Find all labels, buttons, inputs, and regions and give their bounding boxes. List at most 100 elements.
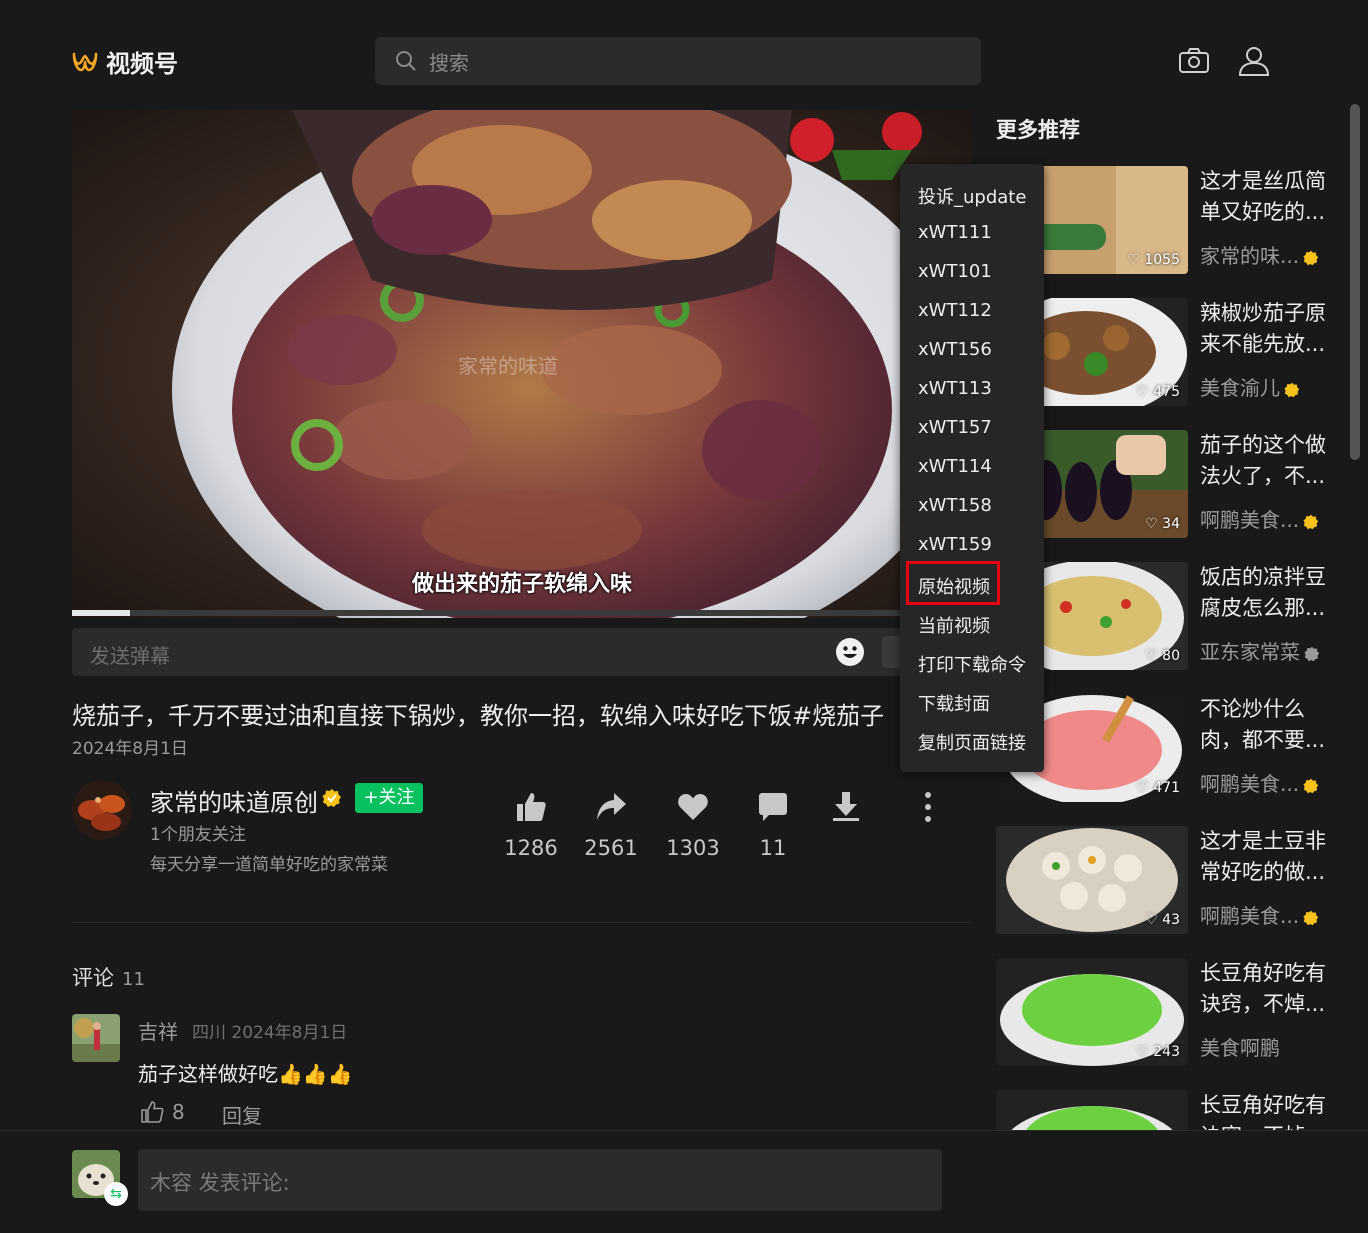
switch-account-icon[interactable]: ⇆ xyxy=(104,1182,128,1206)
rec-likes: ♡ 243 xyxy=(1136,1044,1180,1060)
rec-title[interactable]: 不论炒什么肉，都不要... xyxy=(1200,694,1336,756)
rec-author-name: 美食渝儿 xyxy=(1200,376,1280,400)
channels-logo-icon xyxy=(72,52,98,71)
share-icon xyxy=(597,793,626,820)
comment-reply-button[interactable]: 回复 xyxy=(222,1100,262,1129)
menu-item-5[interactable]: xWT113 xyxy=(918,378,992,399)
recommendation-item[interactable]: ♡ 1055 这才是丝瓜简单又好吃的... 家常的味... xyxy=(996,166,1346,274)
commenter-avatar-image xyxy=(72,1014,120,1062)
menu-item-8[interactable]: xWT158 xyxy=(918,495,992,516)
menu-item-10[interactable]: 原始视频 xyxy=(918,573,990,599)
menu-item-14[interactable]: 复制页面链接 xyxy=(918,729,1026,755)
rec-author-name: 啊鹏美食... xyxy=(1200,772,1300,796)
commenter-avatar[interactable] xyxy=(72,1014,120,1062)
rec-likes: ♡ 1055 xyxy=(1127,252,1180,268)
rec-author-name: 啊鹏美食... xyxy=(1200,904,1300,928)
menu-item-13[interactable]: 下载封面 xyxy=(918,690,990,716)
verified-badge-icon xyxy=(1303,778,1319,793)
comment-text: 茄子这样做好吃👍👍👍 xyxy=(138,1062,353,1086)
video-title-text: 烧茄子，千万不要过油和直接下锅炒，教你一招，软绵入味好吃下饭 xyxy=(72,702,792,730)
comment-input[interactable]: 木容 发表评论: xyxy=(138,1149,942,1211)
menu-item-9[interactable]: xWT159 xyxy=(918,534,992,555)
emoji-icon[interactable] xyxy=(835,637,865,667)
menu-item-11[interactable]: 当前视频 xyxy=(918,612,990,638)
rec-thumbnail[interactable]: ♡ 243 xyxy=(996,958,1188,1066)
share-count: 2561 xyxy=(584,836,638,860)
verified-badge-icon xyxy=(1303,910,1319,925)
app-name: 视频号 xyxy=(106,50,178,78)
like-count: 1286 xyxy=(504,836,558,860)
comment-like-count: 8 xyxy=(172,1100,185,1124)
menu-item-12[interactable]: 打印下载命令 xyxy=(918,651,1026,677)
recommendation-item[interactable]: ♡ 34 茄子的这个做法火了，不... 啊鹏美食... xyxy=(996,430,1346,538)
rec-title[interactable]: 辣椒炒茄子原来不能先放... xyxy=(1200,298,1336,360)
video-subtitle: 做出来的茄子软绵入味 xyxy=(411,572,632,597)
recommendation-item[interactable]: ♡ 43 这才是土豆非常好吃的做... 啊鹏美食... xyxy=(996,826,1346,934)
author-avatar[interactable] xyxy=(72,780,132,840)
rec-author[interactable]: 亚东家常菜 xyxy=(1200,636,1320,665)
favorite-count: 1303 xyxy=(666,836,720,860)
author-name[interactable]: 家常的味道原创 xyxy=(150,783,318,818)
rec-author[interactable]: 美食渝儿 xyxy=(1200,372,1300,401)
recommendation-item[interactable]: ♡ 475 辣椒炒茄子原来不能先放... 美食渝儿 xyxy=(996,298,1346,406)
menu-item-2[interactable]: xWT101 xyxy=(918,261,992,282)
rec-title[interactable]: 饭店的凉拌豆腐皮怎么那... xyxy=(1200,562,1336,624)
scrollbar[interactable] xyxy=(1350,104,1360,460)
rec-author[interactable]: 家常的味... xyxy=(1200,240,1319,269)
video-player[interactable]: 家常的味道 做出来的茄子软绵入味 xyxy=(72,110,972,618)
menu-item-1[interactable]: xWT111 xyxy=(918,222,992,243)
search-bar[interactable]: 搜索 xyxy=(375,37,981,85)
app-logo[interactable]: 视频号 xyxy=(72,44,178,79)
rec-thumbnail[interactable]: ♡ 43 xyxy=(996,826,1188,934)
verified-badge-icon xyxy=(1303,250,1319,265)
thumbs-up-icon xyxy=(517,793,546,821)
download-action[interactable] xyxy=(811,790,881,828)
rec-author[interactable]: 啊鹏美食... xyxy=(1200,768,1319,797)
rec-author[interactable]: 美食啊鹏 xyxy=(1200,1032,1280,1061)
menu-item-7[interactable]: xWT114 xyxy=(918,456,992,477)
menu-item-3[interactable]: xWT112 xyxy=(918,300,992,321)
search-icon xyxy=(396,51,416,71)
comment-count: 11 xyxy=(759,836,787,860)
camera-icon[interactable] xyxy=(1177,44,1211,78)
rec-title[interactable]: 茄子的这个做法火了，不... xyxy=(1200,430,1336,492)
follow-button[interactable]: +关注 xyxy=(355,783,423,813)
rec-author[interactable]: 啊鹏美食... xyxy=(1200,504,1319,533)
rec-title[interactable]: 这才是丝瓜简单又好吃的... xyxy=(1200,166,1336,228)
recommendation-item[interactable]: ♡ 80 饭店的凉拌豆腐皮怎么那... 亚东家常菜 xyxy=(996,562,1346,670)
rec-title[interactable]: 长豆角好吃有诀窍，不焯... xyxy=(1200,958,1336,1020)
hashtag-link[interactable]: #烧茄子 xyxy=(792,702,884,730)
comments-count: 11 xyxy=(122,969,145,990)
like-action[interactable]: 1286 xyxy=(496,790,566,860)
more-options-icon[interactable] xyxy=(916,790,940,824)
menu-item-4[interactable]: xWT156 xyxy=(918,339,992,360)
post-date: 2024年8月1日 xyxy=(72,739,188,759)
thumbs-up-outline-icon xyxy=(141,1101,164,1123)
menu-item-0[interactable]: 投诉_update xyxy=(918,183,1026,209)
rec-author[interactable]: 啊鹏美食... xyxy=(1200,900,1319,929)
share-action[interactable]: 2561 xyxy=(576,790,646,860)
comment-action[interactable]: 11 xyxy=(738,790,808,860)
verified-badge-icon xyxy=(322,789,341,807)
rec-likes: ♡ 471 xyxy=(1136,780,1180,796)
search-placeholder: 搜索 xyxy=(429,50,469,75)
comment-meta: 四川 2024年8月1日 xyxy=(192,1023,348,1043)
comment-like-button[interactable]: 8 xyxy=(140,1100,185,1124)
context-menu: 投诉_update xWT111 xWT101 xWT112 xWT156 xWT113 x… xyxy=(900,164,1044,772)
favorite-action[interactable]: 1303 xyxy=(658,790,728,860)
verified-badge-icon xyxy=(1303,514,1319,529)
rec-author-name: 啊鹏美食... xyxy=(1200,508,1300,532)
user-icon[interactable] xyxy=(1237,44,1271,78)
video-progress-bar[interactable] xyxy=(72,610,972,616)
comment-username[interactable]: 吉祥 xyxy=(138,1016,178,1045)
rec-author-name: 美食啊鹏 xyxy=(1200,1036,1280,1060)
recommendation-item[interactable]: ♡ 243 长豆角好吃有诀窍，不焯... 美食啊鹏 xyxy=(996,958,1346,1066)
heart-icon xyxy=(678,794,708,820)
menu-item-6[interactable]: xWT157 xyxy=(918,417,992,438)
danmaku-bar[interactable]: 发送弹幕 xyxy=(72,628,972,676)
danmaku-input[interactable]: 发送弹幕 xyxy=(90,640,170,669)
verified-badge-icon xyxy=(1284,382,1300,397)
section-divider xyxy=(72,922,972,923)
recommendation-item[interactable]: ♡ 471 不论炒什么肉，都不要... 啊鹏美食... xyxy=(996,694,1346,802)
rec-title[interactable]: 这才是土豆非常好吃的做... xyxy=(1200,826,1336,888)
